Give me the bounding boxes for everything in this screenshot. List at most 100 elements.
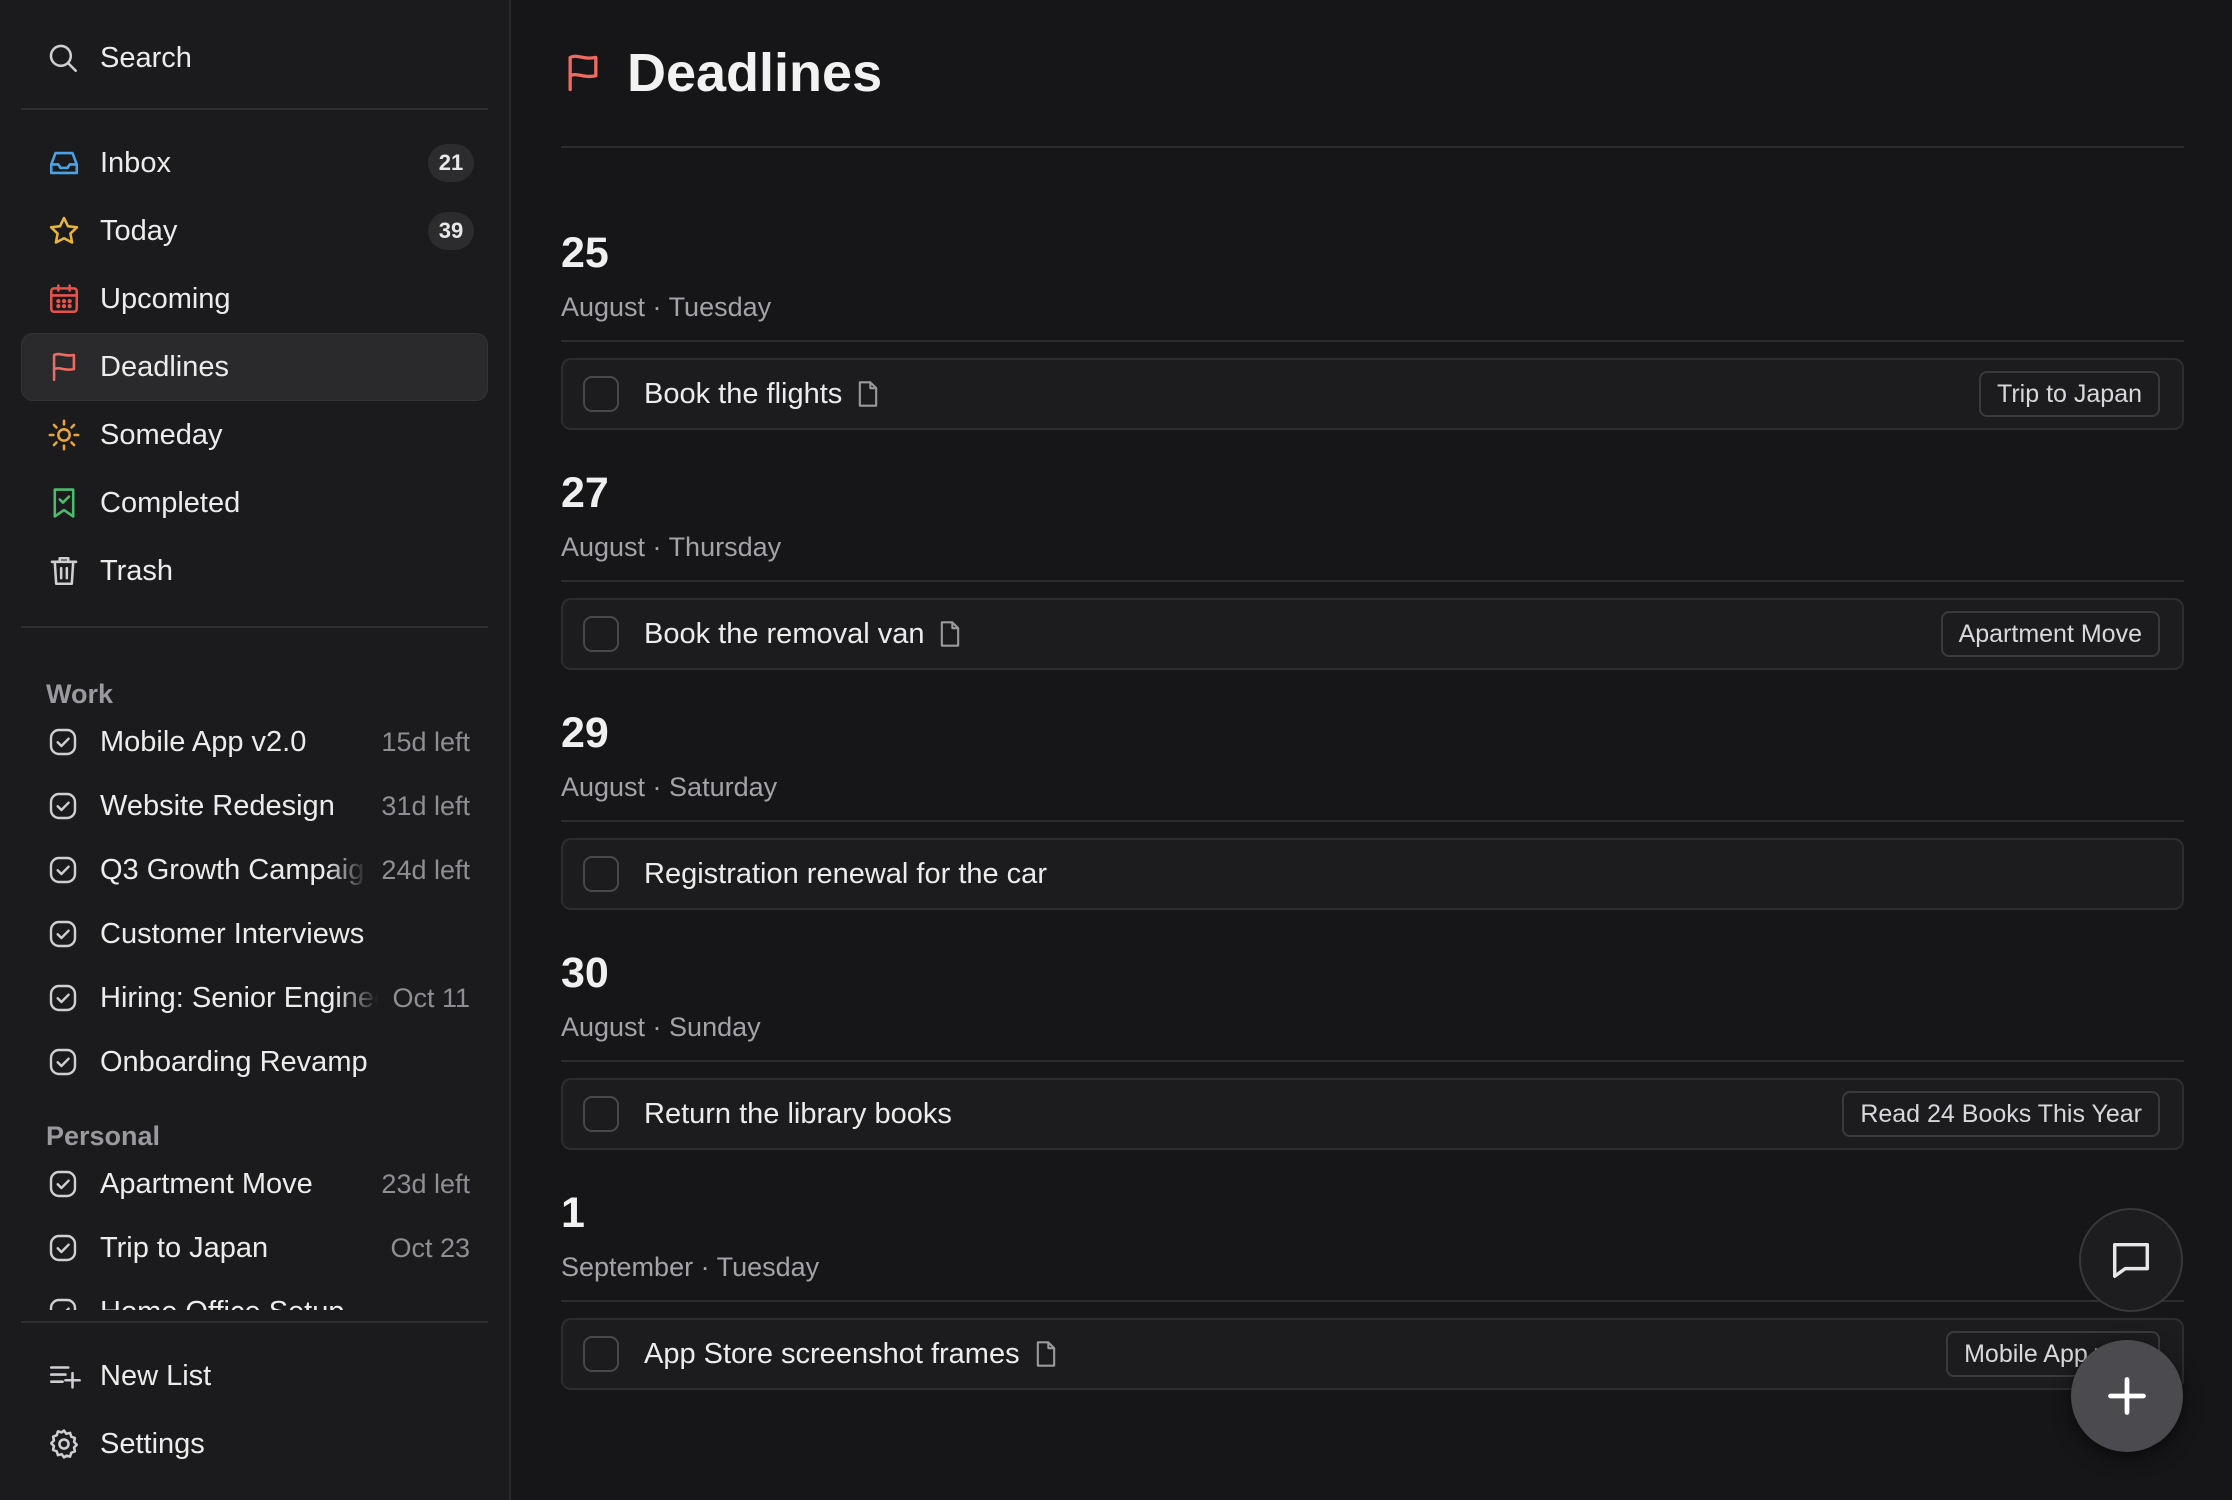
check-circle-icon [46, 1295, 80, 1310]
section-divider [561, 340, 2184, 342]
list-item-label: Q3 Growth Campaign [100, 853, 368, 886]
section-divider [561, 1060, 2184, 1062]
search-label: Search [100, 41, 192, 74]
task-checkbox[interactable] [583, 1096, 619, 1132]
settings-button[interactable]: Settings [21, 1410, 488, 1478]
day-label: August · Sunday [561, 1012, 761, 1042]
day-label: August · Saturday [561, 772, 778, 802]
chat-icon [2112, 1242, 2150, 1279]
sidebar-item-upcoming[interactable]: Upcoming [21, 265, 488, 333]
trash-icon [46, 553, 82, 589]
sidebar-item-today[interactable]: Today 39 [21, 197, 488, 265]
project-tag[interactable]: Apartment Move [1940, 611, 2160, 657]
check-circle-icon [46, 725, 80, 759]
check-circle-icon [46, 1167, 80, 1201]
sidebar-item-label: Trash [100, 554, 174, 587]
star-icon [46, 213, 82, 249]
main-content: Deadlines 25 August · Tuesday Book the f… [511, 0, 2232, 1500]
list-item[interactable]: Hiring: Senior Engineer Oct 11 [21, 966, 488, 1030]
task-checkbox[interactable] [583, 856, 619, 892]
day-label: August · Tuesday [561, 292, 772, 322]
sidebar-item-inbox[interactable]: Inbox 21 [21, 129, 488, 197]
list-item-meta: 15d left [381, 726, 470, 757]
sidebar-item-someday[interactable]: Someday [21, 401, 488, 469]
task-row[interactable]: Book the flights Trip to Japan [561, 358, 2184, 430]
list-item-label: Mobile App v2.0 [100, 725, 307, 758]
list-item[interactable]: Mobile App v2.0 15d left [21, 710, 488, 774]
task-row[interactable]: Registration renewal for the car [561, 838, 2184, 910]
day-number: 1 [561, 1189, 585, 1237]
check-circle-icon [46, 981, 80, 1015]
sidebar: Search Inbox 21 Today 39 Upcoming Deadli… [0, 0, 511, 1500]
list-item[interactable]: Trip to Japan Oct 23 [21, 1216, 488, 1280]
sidebar-item-label: Today [100, 214, 178, 247]
search-icon [49, 44, 78, 73]
add-task-button[interactable] [2071, 1340, 2183, 1452]
list-item[interactable]: Customer Interviews [21, 902, 488, 966]
note-icon [938, 620, 962, 648]
task-title: Registration renewal for the car [644, 857, 1047, 890]
list-item-label: Trip to Japan [100, 1231, 269, 1264]
check-circle-icon [46, 1045, 80, 1079]
list-item-meta: 23d left [381, 1168, 470, 1199]
section-divider [561, 580, 2184, 582]
project-lists: Work Mobile App v2.0 15d left Website Re… [21, 648, 488, 1310]
day-label: August · Thursday [561, 532, 782, 562]
list-item-label: Hiring: Senior Engineer [100, 981, 379, 1014]
task-checkbox[interactable] [583, 376, 619, 412]
page-title: Deadlines [627, 43, 883, 103]
task-title: Return the library books [644, 1097, 952, 1130]
sidebar-item-label: Completed [100, 486, 241, 519]
task-row[interactable]: App Store screenshot frames Mobile App v… [561, 1318, 2184, 1390]
sidebar-footer: New List Settings [21, 1321, 488, 1478]
task-checkbox[interactable] [583, 1336, 619, 1372]
check-circle-icon [46, 1231, 80, 1265]
sidebar-item-deadlines[interactable]: Deadlines [21, 333, 488, 401]
flag-icon [561, 48, 607, 98]
list-item-meta: 31d left [381, 790, 470, 821]
sidebar-divider [21, 1321, 488, 1323]
sidebar-item-trash[interactable]: Trash [21, 537, 488, 605]
list-item[interactable]: Apartment Move 23d left [21, 1152, 488, 1216]
plus-icon [2108, 1377, 2146, 1415]
count-badge: 39 [428, 212, 474, 250]
chat-button[interactable] [2079, 1208, 2183, 1312]
task-title: App Store screenshot frames [644, 1337, 1020, 1370]
task-checkbox[interactable] [583, 616, 619, 652]
sidebar-nav: Inbox 21 Today 39 Upcoming Deadlines Som… [21, 110, 488, 605]
date-section: 30 August · Sunday Return the library bo… [561, 948, 2184, 1150]
list-item[interactable]: Onboarding Revamp [21, 1030, 488, 1094]
project-tag[interactable]: Trip to Japan [1979, 371, 2160, 417]
search-button[interactable]: Search [21, 25, 488, 91]
flag-icon [46, 349, 82, 385]
list-add-icon [46, 1358, 82, 1394]
gear-icon [46, 1426, 82, 1462]
day-number: 29 [561, 709, 609, 757]
check-circle-icon [46, 917, 80, 951]
task-row[interactable]: Book the removal van Apartment Move [561, 598, 2184, 670]
note-icon [856, 380, 880, 408]
day-label: September · Tuesday [561, 1252, 820, 1282]
new-list-button[interactable]: New List [21, 1342, 488, 1410]
list-item-label: Customer Interviews [100, 917, 365, 950]
sidebar-item-completed[interactable]: Completed [21, 469, 488, 537]
date-section: 27 August · Thursday Book the removal va… [561, 468, 2184, 670]
check-circle-icon [46, 789, 80, 823]
note-icon [1034, 1340, 1058, 1368]
list-item[interactable]: Home Office Setup [21, 1280, 488, 1310]
project-tag[interactable]: Read 24 Books This Year [1842, 1091, 2160, 1137]
list-item[interactable]: Website Redesign 31d left [21, 774, 488, 838]
task-row[interactable]: Return the library books Read 24 Books T… [561, 1078, 2184, 1150]
new-list-label: New List [100, 1359, 212, 1392]
sidebar-item-label: Deadlines [100, 350, 229, 383]
list-item-label: Apartment Move [100, 1167, 313, 1200]
inbox-icon [46, 145, 82, 181]
list-item-label: Website Redesign [100, 789, 335, 822]
count-badge: 21 [428, 144, 474, 182]
settings-label: Settings [100, 1427, 205, 1460]
list-item[interactable]: Q3 Growth Campaign 24d left [21, 838, 488, 902]
day-number: 27 [561, 469, 609, 517]
calendar-icon [46, 281, 82, 317]
section-divider [561, 820, 2184, 822]
page-header: Deadlines [561, 0, 2184, 148]
